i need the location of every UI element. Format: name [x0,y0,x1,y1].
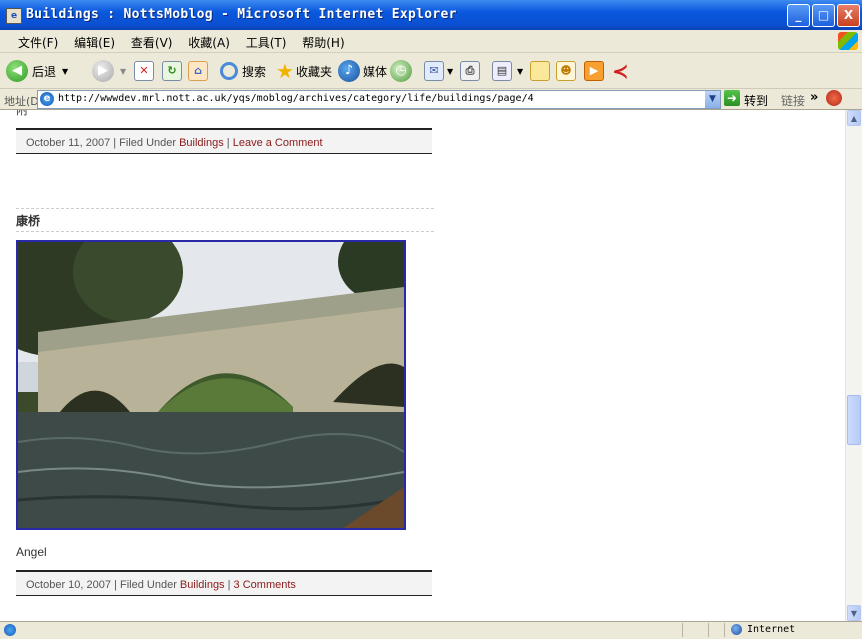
home-button[interactable]: ⌂ [188,59,208,83]
stop-icon: ✕ [134,61,154,81]
favorites-star-icon: ★ [276,59,294,83]
edit-button[interactable]: ▤ ▼ [492,59,523,83]
windows-logo-icon [838,32,858,50]
category-link[interactable]: Buildings [179,137,224,149]
comments-link[interactable]: Leave a Comment [233,137,323,149]
comments-link[interactable]: 3 Comments [234,579,296,591]
home-icon: ⌂ [188,61,208,81]
media-label: 媒体 [363,64,388,79]
standard-toolbar: ◀ 后退 ▼ ▶ ▼ ✕ ↻ ⌂ 搜索 ★ 收藏夹 ♪ 媒体 ◷ ✉ ▼ ⎙ ▤… [0,53,862,89]
bird-icon: ≺ [612,59,629,83]
back-dropdown-icon[interactable]: ▼ [62,67,68,76]
player-button[interactable]: ▶ [584,59,604,83]
folder-icon [530,61,550,81]
refresh-icon: ↻ [162,61,182,81]
separator: | [226,137,230,149]
minimize-button[interactable]: _ [787,4,810,27]
window-title: Buildings : NottsMoblog - Microsoft Inte… [26,7,457,22]
research-button[interactable]: ≺ [612,59,629,83]
scroll-up-button[interactable]: ▲ [847,110,861,126]
back-button[interactable]: ◀ 后退 ▼ [6,59,68,83]
media-icon: ♪ [338,60,360,82]
status-divider [724,623,725,637]
print-icon: ⎙ [460,61,480,81]
divider [16,208,434,209]
page-content: 附 October 11, 2007 | Filed Under Buildin… [0,110,846,621]
back-arrow-icon: ◀ [6,60,28,82]
photo-caption: Angel [16,545,47,559]
filed-under-label: Filed Under [119,137,177,149]
print-button[interactable]: ⎙ [460,59,480,83]
extension-icon[interactable] [826,90,842,106]
scroll-thumb[interactable] [847,395,861,445]
security-zone-label: Internet [747,624,796,635]
address-url[interactable]: http://wwwdev.mrl.nott.ac.uk/yqs/moblog/… [58,93,534,104]
folder-button[interactable] [530,59,550,83]
filed-under-label: Filed Under [120,579,177,591]
menu-view[interactable]: 查看(V) [125,30,179,51]
post-meta: October 11, 2007 | Filed Under Buildings… [16,128,432,154]
menu-bar: 文件(F) 编辑(E) 查看(V) 收藏(A) 工具(T) 帮助(H) [0,30,862,53]
search-label: 搜索 [242,64,267,79]
close-button[interactable]: X [837,4,860,27]
separator: | [114,579,117,591]
separator: | [113,137,117,149]
mail-button[interactable]: ✉ ▼ [424,59,453,83]
mail-dropdown-icon[interactable]: ▼ [447,67,453,76]
vertical-scrollbar[interactable]: ▲ ▼ [845,110,862,621]
title-bar: e Buildings : NottsMoblog - Microsoft In… [0,0,862,30]
forward-dropdown-icon[interactable]: ▼ [120,67,126,76]
forward-arrow-icon: ▶ [92,60,114,82]
divider [16,231,434,232]
status-divider [708,623,709,637]
mail-icon: ✉ [424,61,444,81]
stop-button[interactable]: ✕ [134,59,154,83]
menu-favorites[interactable]: 收藏(A) [182,30,236,51]
forward-button[interactable]: ▶ ▼ [92,59,126,83]
scroll-down-button[interactable]: ▼ [847,605,861,621]
media-button[interactable]: ♪ 媒体 [338,59,387,83]
go-arrow-icon[interactable]: ➜ [724,90,740,106]
status-divider [682,623,683,637]
links-chevron-icon[interactable]: » [810,90,818,105]
favorites-label: 收藏夹 [295,64,332,79]
separator: | [227,579,231,591]
messenger-icon: ☻ [556,61,576,81]
internet-zone-icon [731,624,742,635]
category-link[interactable]: Buildings [180,579,225,591]
history-button[interactable]: ◷ [390,59,412,83]
post-meta: October 10, 2007 | Filed Under Buildings… [16,570,432,596]
address-bar: 地址(D) e http://wwwdev.mrl.nott.ac.uk/yqs… [0,89,862,110]
clipped-text: 附 [16,110,29,117]
links-label[interactable]: 链接 [781,92,805,109]
bridge-photo [16,240,406,530]
refresh-button[interactable]: ↻ [162,59,182,83]
messenger-button[interactable]: ☻ [556,59,576,83]
post-title[interactable]: 康桥 [16,212,40,229]
go-button[interactable]: 转到 [744,92,768,109]
page-favicon-icon: e [40,92,54,106]
maximize-button[interactable]: □ [812,4,835,27]
search-button[interactable]: 搜索 [220,59,266,83]
post-date: October 10, 2007 [26,579,112,591]
address-input[interactable]: e http://wwwdev.mrl.nott.ac.uk/yqs/moblo… [37,90,721,109]
search-icon [220,62,238,80]
history-icon: ◷ [390,60,412,82]
address-dropdown-icon[interactable]: ▼ [705,91,720,108]
menu-tools[interactable]: 工具(T) [240,30,293,51]
edit-dropdown-icon[interactable]: ▼ [517,67,523,76]
edit-icon: ▤ [492,61,512,81]
ie-page-icon: e [6,8,22,24]
page-status-icon [4,624,16,636]
player-icon: ▶ [584,61,604,81]
menu-file[interactable]: 文件(F) [12,30,64,51]
menu-edit[interactable]: 编辑(E) [68,30,121,51]
window-controls: _ □ X [787,4,860,27]
menu-help[interactable]: 帮助(H) [296,30,350,51]
favorites-button[interactable]: ★ 收藏夹 [276,59,332,83]
back-label: 后退 [32,64,57,79]
post-date: October 11, 2007 [26,137,111,149]
status-bar: Internet [0,621,862,639]
